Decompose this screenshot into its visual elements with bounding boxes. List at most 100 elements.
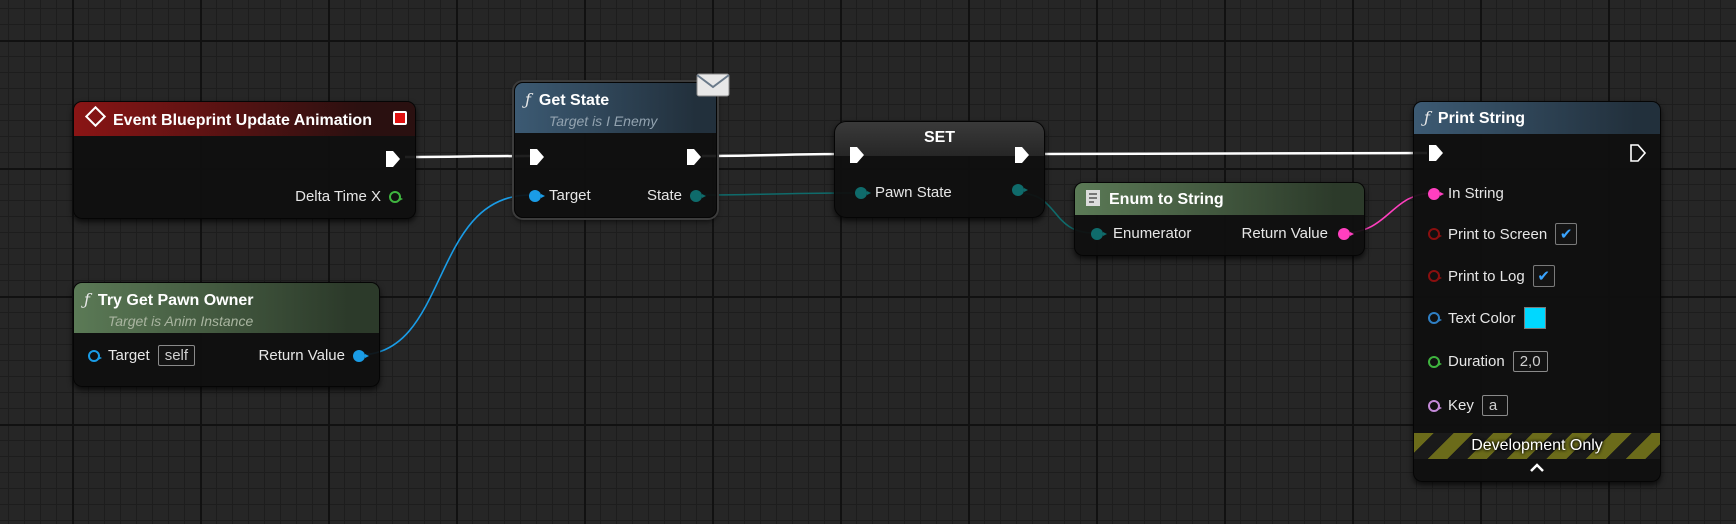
- pin-label: In String: [1448, 185, 1504, 202]
- exec-arrow-icon: [386, 151, 400, 167]
- exec-arrow-icon: [850, 147, 864, 163]
- node-subtitle: Target is I Enemy: [549, 113, 658, 129]
- delta-time-pin[interactable]: Delta Time X: [295, 188, 403, 205]
- pin-label: Return Value: [258, 347, 345, 364]
- state-pin[interactable]: State: [646, 187, 706, 204]
- print-to-log-checkbox[interactable]: ✔: [1532, 265, 1555, 287]
- exec-out-pin[interactable]: [1630, 144, 1646, 162]
- node-header: Enum to String: [1075, 183, 1364, 215]
- struct-pin-icon[interactable]: [1428, 312, 1442, 324]
- string-pin-icon[interactable]: [1338, 227, 1354, 240]
- function-icon: ƒ: [84, 290, 90, 309]
- exec-arrow-icon: [1015, 147, 1029, 163]
- exec-wire-event-to-getstate[interactable]: [404, 154, 531, 159]
- conversion-doc-icon: [1086, 190, 1100, 206]
- target-pin[interactable]: Target: [529, 187, 591, 204]
- pin-label: Print to Screen: [1448, 225, 1548, 243]
- node-title-row: ƒ Try Get Pawn Owner: [84, 290, 369, 310]
- function-icon: ƒ: [1424, 108, 1430, 127]
- node-title: Get State: [538, 92, 610, 109]
- message-envelope-icon: [696, 73, 730, 97]
- enum-pin-icon[interactable]: [855, 186, 871, 199]
- pin-label: Return Value: [1241, 225, 1328, 242]
- enum-pin-icon[interactable]: [1091, 227, 1107, 240]
- text-color-swatch[interactable]: [1523, 307, 1546, 329]
- duration-field[interactable]: 2,0: [1512, 351, 1548, 372]
- exec-out-pin[interactable]: [686, 148, 702, 166]
- exec-in-pin[interactable]: [849, 146, 865, 164]
- pin-label: Enumerator: [1113, 225, 1192, 242]
- key-field[interactable]: a: [1481, 395, 1509, 416]
- pin-label: Pawn State: [875, 184, 952, 201]
- pin-label: Target: [108, 347, 150, 364]
- node-title: SET: [923, 129, 956, 146]
- object-wire-pawn-owner-to-target[interactable]: [358, 194, 531, 356]
- enum-wire-state-to-pawn-state[interactable]: [694, 192, 854, 196]
- name-pin-icon[interactable]: [1428, 399, 1442, 412]
- exec-arrow-outline-icon: [1630, 144, 1646, 162]
- node-header: SET: [835, 122, 1044, 156]
- exec-arrow-icon: [687, 149, 701, 165]
- enum-to-string-node[interactable]: Enum to String Enumerator Return Value: [1074, 182, 1365, 256]
- node-title: Event Blueprint Update Animation: [113, 112, 372, 129]
- event-diamond-icon: [84, 105, 107, 128]
- pin-label: Key: [1448, 397, 1474, 414]
- set-variable-node[interactable]: SET Pawn State: [834, 121, 1045, 218]
- target-default-field[interactable]: self: [157, 345, 196, 366]
- pawn-state-pin[interactable]: Pawn State: [855, 184, 952, 201]
- object-pin-icon[interactable]: [353, 349, 369, 362]
- exec-arrow-icon: [1429, 145, 1443, 161]
- exec-arrow-icon: [530, 149, 544, 165]
- return-value-pin[interactable]: Return Value: [1241, 225, 1354, 242]
- print-to-log-pin[interactable]: Print to Log ✔: [1428, 265, 1555, 287]
- event-update-animation-node[interactable]: Event Blueprint Update Animation Delta T…: [73, 101, 416, 219]
- print-string-node[interactable]: ƒ Print String In String Print to Screen …: [1413, 101, 1661, 482]
- exec-in-pin[interactable]: [529, 148, 545, 166]
- enumerator-pin[interactable]: Enumerator: [1091, 225, 1191, 242]
- development-only-banner: Development Only: [1414, 433, 1660, 459]
- enum-pin-icon[interactable]: [690, 189, 706, 202]
- bool-pin-icon[interactable]: [1428, 270, 1442, 282]
- exec-wire-set-to-print[interactable]: [1027, 151, 1428, 156]
- exec-wire-getstate-to-set[interactable]: [701, 152, 847, 158]
- pin-label: Print to Log: [1448, 267, 1525, 285]
- float-pin-icon[interactable]: [389, 190, 403, 203]
- node-header: ƒ Get State Target is I Enemy: [515, 83, 716, 133]
- collapse-chevron-up-icon[interactable]: [1414, 460, 1660, 478]
- node-subtitle: Target is Anim Instance: [108, 313, 254, 329]
- text-color-pin[interactable]: Text Color: [1428, 307, 1546, 329]
- target-pin[interactable]: Target self: [88, 345, 196, 366]
- exec-out-pin[interactable]: [1014, 146, 1030, 164]
- pin-label: Duration: [1448, 353, 1505, 370]
- development-only-label: Development Only: [1471, 437, 1603, 454]
- exec-out-pin[interactable]: [385, 150, 401, 168]
- exec-in-pin[interactable]: [1428, 144, 1444, 162]
- node-title: Print String: [1437, 110, 1526, 127]
- object-pin-icon[interactable]: [529, 189, 545, 202]
- duration-pin[interactable]: Duration 2,0: [1428, 351, 1548, 372]
- pin-label: Target: [549, 187, 591, 204]
- string-pin-icon[interactable]: [1428, 187, 1444, 200]
- enum-pin-icon[interactable]: [1012, 184, 1028, 196]
- delegate-pin-icon[interactable]: [393, 111, 407, 125]
- node-header: ƒ Print String: [1414, 102, 1660, 134]
- node-header: Event Blueprint Update Animation: [74, 102, 415, 136]
- bool-pin-icon[interactable]: [1428, 228, 1442, 240]
- pawn-state-out-pin[interactable]: [1012, 184, 1028, 196]
- get-state-node[interactable]: ƒ Get State Target is I Enemy Target Stat…: [514, 73, 730, 218]
- pin-label: Text Color: [1448, 309, 1516, 327]
- print-to-screen-checkbox[interactable]: ✔: [1555, 223, 1578, 245]
- node-title: Enum to String: [1109, 191, 1224, 208]
- node-title: Try Get Pawn Owner: [97, 292, 254, 309]
- try-get-pawn-owner-node[interactable]: ƒ Try Get Pawn Owner Target is Anim Insta…: [73, 282, 380, 387]
- float-pin-icon[interactable]: [1428, 355, 1442, 368]
- chevron-svg: [1530, 463, 1544, 472]
- node-title-row: ƒ Get State: [525, 90, 706, 110]
- return-value-pin[interactable]: Return Value: [258, 347, 369, 364]
- pin-label: Delta Time X: [295, 188, 381, 205]
- pin-label: State: [646, 187, 682, 204]
- in-string-pin[interactable]: In String: [1428, 185, 1504, 202]
- print-to-screen-pin[interactable]: Print to Screen ✔: [1428, 223, 1578, 245]
- object-pin-icon[interactable]: [88, 349, 102, 362]
- key-pin[interactable]: Key a: [1428, 395, 1509, 416]
